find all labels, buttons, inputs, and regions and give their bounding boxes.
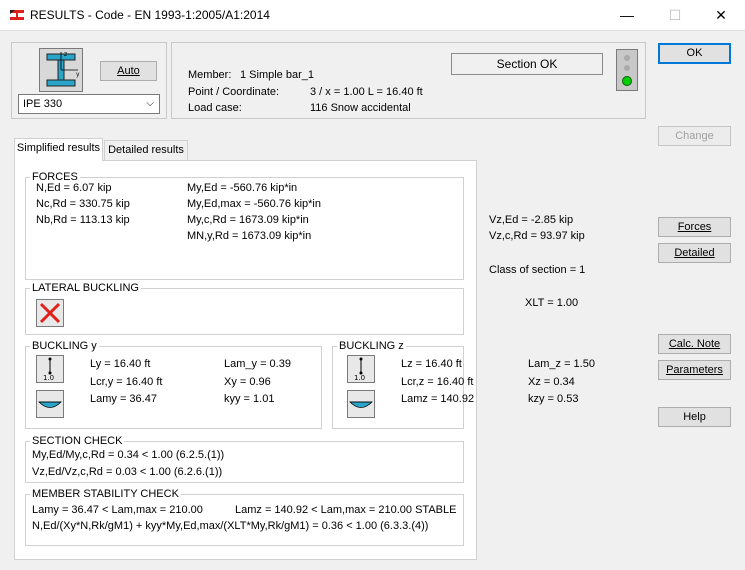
detailed-button[interactable]: Detailed [658,243,731,263]
buckling-y-group: BUCKLING y 1.0 Ly = 16.40 ft Lcr,y = 16.… [25,340,322,429]
close-button[interactable]: ✕ [698,0,744,31]
buckling-curve-y-icon[interactable] [36,390,64,418]
ly-value: Ly = 16.40 ft [90,358,151,370]
buckling-curve-z-icon[interactable] [347,390,375,418]
app-logo-icon [9,8,25,22]
buckling-z-group: BUCKLING z 1.0 Lz = 16.40 ft Lcr,z = 16.… [332,340,595,429]
calc-note-button[interactable]: Calc. Note [658,334,731,354]
lcr-y-value: Lcr,y = 16.40 ft [90,376,163,388]
buckling-length-z-icon[interactable]: 1.0 [347,355,375,383]
loadcase-value: 116 Snow accidental [310,102,411,114]
parameters-button[interactable]: Parameters [658,360,731,380]
stability-line-1a: Lamy = 36.47 < Lam,max = 210.00 [32,504,203,516]
xz-value: Xz = 0.34 [528,376,575,388]
auto-button[interactable]: Auto [100,61,157,81]
minimize-button[interactable]: — [604,0,650,31]
traffic-light-icon [616,49,638,91]
force-nb-rd: Nb,Rd = 113.13 kip [36,214,130,226]
xy-value: Xy = 0.96 [224,376,271,388]
tab-simplified-results[interactable]: Simplified results [14,138,103,161]
status-light [622,76,632,86]
loadcase-label: Load case: [188,102,242,114]
member-label: Member: [188,69,232,81]
help-button[interactable]: Help [658,407,731,427]
svg-text:z: z [64,51,67,58]
force-n-ed: N,Ed = 6.07 kip [36,182,112,194]
lam-y-value: Lam_y = 0.39 [224,358,291,370]
class-of-section: Class of section = 1 [489,264,586,276]
calc-note-button-label: Calc. Note [668,338,721,350]
i-beam-icon: z y [46,51,80,87]
stability-line-2: N,Ed/(Xy*N,Rk/gM1) + kyy*My,Ed,max/(XLT*… [32,520,429,532]
info-panel: Member: 1 Simple bar_1 Point / Coordinat… [171,42,646,119]
profile-value: IPE 330 [23,98,63,110]
lam-z-value: Lam_z = 1.50 [528,358,595,370]
section-panel: z y Auto IPE 330 ⌵ [11,42,167,119]
chevron-down-icon: ⌵ [146,98,154,109]
xlt-value: XLT = 1.00 [525,297,579,309]
lateral-title: LATERAL BUCKLING [30,282,141,295]
title-bar: RESULTS - Code - EN 1993-1:2005/A1:2014 … [0,0,745,31]
profile-select[interactable]: IPE 330 ⌵ [18,94,160,114]
buckling-z-icon-label: 1.0 [354,374,365,382]
lamy-value: Lamy = 36.47 [90,393,157,405]
section-check-line-1: My,Ed/My,c,Rd = 0.34 < 1.00 (6.2.5.(1)) [32,449,225,461]
kzy-value: kzy = 0.53 [528,393,579,405]
force-my-c-rd: My,c,Rd = 1673.09 kip*in [187,214,309,226]
auto-button-label: Auto [117,65,140,77]
buckling-length-y-icon[interactable]: 1.0 [36,355,64,383]
tab-detailed-results[interactable]: Detailed results [104,140,188,160]
section-status-box: Section OK [451,53,603,75]
force-vz-ed: Vz,Ed = -2.85 kip [489,214,574,226]
forces-button[interactable]: Forces [658,217,731,237]
force-my-ed: My,Ed = -560.76 kip*in [187,182,298,194]
member-stability-group: MEMBER STABILITY CHECK Lamy = 36.47 < La… [25,488,464,546]
forces-group: FORCES N,Ed = 6.07 kip Nc,Rd = 330.75 ki… [25,171,585,280]
forces-button-label: Forces [677,221,712,233]
maximize-button: ☐ [668,7,682,23]
force-mn-y-rd: MN,y,Rd = 1673.09 kip*in [187,230,312,242]
detailed-button-label: Detailed [674,247,715,259]
section-check-line-2: Vz,Ed/Vz,c,Rd = 0.03 < 1.00 (6.2.6.(1)) [32,466,223,478]
lateral-buckling-group: LATERAL BUCKLING XLT = 1.00 [25,282,578,335]
member-value: 1 Simple bar_1 [240,69,314,81]
section-shape-icon[interactable]: z y [39,48,83,92]
results-content: FORCES N,Ed = 6.07 kip Nc,Rd = 330.75 ki… [14,160,595,560]
kyy-value: kyy = 1.01 [224,393,275,405]
buckling-y-title: BUCKLING y [30,340,99,353]
window-title: RESULTS - Code - EN 1993-1:2005/A1:2014 [30,8,270,22]
section-check-group: SECTION CHECK My,Ed/My,c,Rd = 0.34 < 1.0… [25,435,464,483]
lz-value: Lz = 16.40 ft [401,358,462,370]
member-stability-title: MEMBER STABILITY CHECK [30,488,181,501]
ok-button[interactable]: OK [658,43,731,64]
stability-line-1b: Lamz = 140.92 < Lam,max = 210.00 STABLE [235,504,457,516]
section-check-title: SECTION CHECK [30,435,125,448]
lateral-buckling-cross-icon[interactable] [36,299,64,327]
force-nc-rd: Nc,Rd = 330.75 kip [36,198,130,210]
point-label: Point / Coordinate: [188,86,280,98]
lcr-z-value: Lcr,z = 16.40 ft [401,376,474,388]
buckling-z-title: BUCKLING z [337,340,406,353]
buckling-y-icon-label: 1.0 [43,374,54,382]
change-button: Change [658,126,731,146]
force-my-ed-max: My,Ed,max = -560.76 kip*in [187,198,321,210]
svg-text:y: y [76,71,80,78]
section-status-text: Section OK [496,57,558,71]
force-vz-c-rd: Vz,c,Rd = 93.97 kip [489,230,585,242]
lamz-value: Lamz = 140.92 [401,393,475,405]
point-value: 3 / x = 1.00 L = 16.40 ft [310,86,423,98]
parameters-button-label: Parameters [666,364,723,376]
